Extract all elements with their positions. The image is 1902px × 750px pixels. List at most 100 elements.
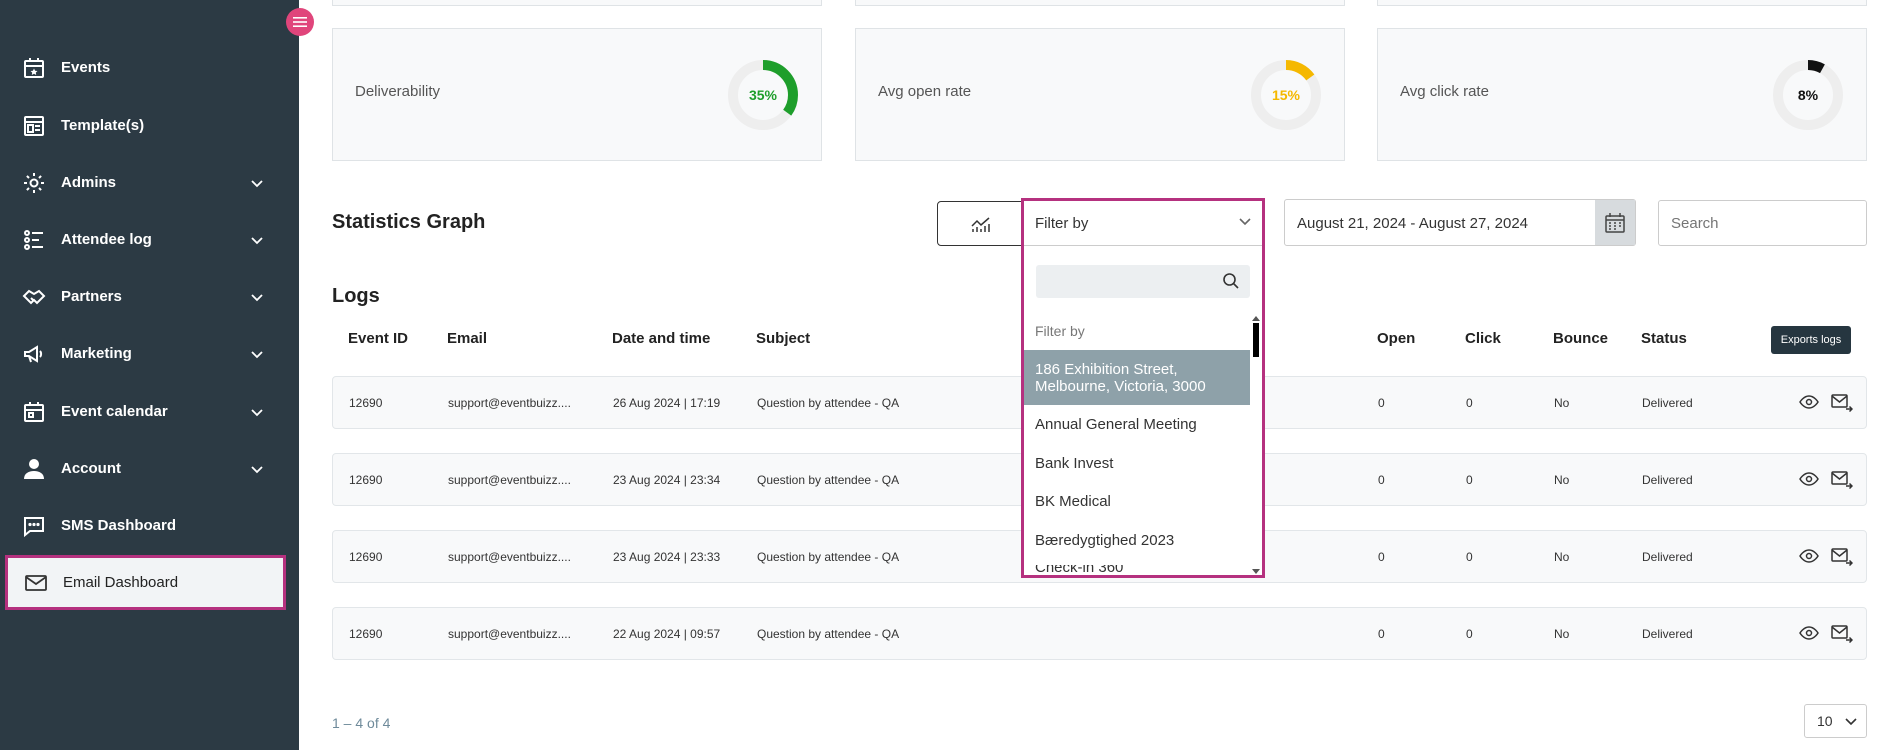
cell-email: support@eventbuizz.... — [448, 550, 571, 564]
cell-event-id: 12690 — [349, 473, 383, 487]
filter-option[interactable]: Annual General Meeting — [1024, 416, 1250, 433]
stat-label: Avg click rate — [1400, 83, 1489, 100]
filter-select[interactable]: Filter by — [1024, 201, 1262, 246]
calendar-button[interactable] — [1595, 200, 1635, 245]
cell-open: 0 — [1378, 473, 1385, 487]
sidebar-item-marketing[interactable]: Marketing — [6, 326, 287, 381]
table-row: 12690 support@eventbuizz.... 22 Aug 2024… — [332, 607, 1867, 660]
resend-mail-icon[interactable] — [1831, 469, 1853, 489]
line-chart-icon — [971, 216, 990, 232]
filter-option[interactable]: 186 Exhibition Street, Melbourne, Victor… — [1024, 350, 1250, 405]
hamburger-icon — [293, 17, 307, 27]
filter-option[interactable]: Check-in 360 — [1024, 565, 1250, 575]
scroll-up-icon[interactable] — [1252, 315, 1260, 321]
sidebar-item-event-calendar[interactable]: Event calendar — [6, 384, 287, 439]
sidebar-item-label: Template(s) — [61, 117, 145, 134]
export-logs-button[interactable]: Exports logs — [1771, 326, 1851, 354]
scroll-down-icon[interactable] — [1252, 569, 1260, 575]
resend-mail-icon[interactable] — [1831, 546, 1853, 566]
sidebar-item-label: Attendee log — [61, 231, 152, 248]
eye-icon[interactable] — [1799, 469, 1819, 489]
sidebar-item-sms-dashboard[interactable]: SMS Dashboard — [6, 498, 287, 553]
cell-date: 26 Aug 2024 | 17:19 — [613, 396, 721, 410]
donut-chart: 8% — [1773, 60, 1843, 130]
sidebar-item-attendee-log[interactable]: Attendee log — [6, 212, 287, 267]
chevron-down-icon — [251, 236, 263, 244]
cell-date: 22 Aug 2024 | 09:57 — [613, 627, 721, 641]
cell-subject: Question by attendee - QA — [757, 473, 900, 487]
gear-icon — [21, 170, 47, 196]
menu-toggle-button[interactable] — [286, 8, 314, 36]
date-range-value: August 21, 2024 - August 27, 2024 — [1297, 215, 1529, 232]
graph-toggle-button[interactable] — [937, 201, 1025, 246]
column-header-click: Click — [1465, 330, 1501, 347]
resend-mail-icon[interactable] — [1831, 392, 1853, 412]
sidebar-item-templates[interactable]: Template(s) — [6, 98, 287, 153]
pagination-range: 1 – 4 of 4 — [332, 715, 391, 731]
filter-search-input[interactable] — [1036, 265, 1250, 298]
sidebar-item-account[interactable]: Account — [6, 441, 287, 496]
column-header-status: Status — [1641, 330, 1687, 347]
cell-date: 23 Aug 2024 | 23:33 — [613, 550, 721, 564]
sidebar-item-label: Email Dashboard — [63, 574, 179, 591]
cell-email: support@eventbuizz.... — [448, 627, 571, 641]
cell-event-id: 12690 — [349, 396, 383, 410]
cell-date: 23 Aug 2024 | 23:34 — [613, 473, 721, 487]
cell-status: Delivered — [1642, 396, 1693, 410]
stat-label: Deliverability — [355, 83, 441, 100]
sidebar-item-partners[interactable]: Partners — [6, 269, 287, 324]
cell-event-id: 12690 — [349, 550, 383, 564]
card-stub — [1377, 0, 1867, 6]
cell-bounce: No — [1554, 396, 1570, 410]
sidebar-item-label: SMS Dashboard — [61, 517, 177, 534]
sidebar-item-email-dashboard[interactable]: Email Dashboard — [5, 555, 286, 610]
donut-chart: 35% — [728, 60, 798, 130]
cell-event-id: 12690 — [349, 627, 383, 641]
statistics-graph-title: Statistics Graph — [332, 211, 486, 233]
calendar-icon — [1605, 212, 1625, 233]
stat-card-open-rate: Avg open rate 15% — [855, 28, 1345, 161]
per-page-value: 10 — [1817, 713, 1833, 729]
sidebar-item-label: Events — [61, 59, 111, 76]
cell-subject: Question by attendee - QA — [757, 627, 900, 641]
chevron-down-icon — [251, 465, 263, 473]
cell-status: Delivered — [1642, 473, 1693, 487]
card-stub — [855, 0, 1345, 6]
eye-icon[interactable] — [1799, 623, 1819, 643]
eye-icon[interactable] — [1799, 546, 1819, 566]
filter-dropdown[interactable]: Filter by Filter by 186 Exhibition Stree… — [1021, 198, 1265, 578]
user-icon — [21, 456, 47, 482]
chevron-down-icon — [251, 293, 263, 301]
cell-click: 0 — [1466, 473, 1473, 487]
card-stub — [332, 0, 822, 6]
calendar-star-icon — [21, 55, 47, 81]
cell-status: Delivered — [1642, 550, 1693, 564]
megaphone-icon — [21, 341, 47, 367]
per-page-select[interactable]: 10 — [1804, 704, 1867, 738]
sidebar-item-events[interactable]: Events — [6, 40, 287, 95]
search-input[interactable] — [1658, 200, 1867, 246]
donut-chart: 15% — [1251, 60, 1321, 130]
chevron-down-icon — [251, 179, 263, 187]
filter-option[interactable]: BK Medical — [1024, 493, 1250, 510]
sidebar-item-admins[interactable]: Admins — [6, 155, 287, 210]
column-header-date: Date and time — [612, 330, 711, 347]
filter-options-header: Filter by — [1035, 323, 1085, 339]
date-range-picker[interactable]: August 21, 2024 - August 27, 2024 — [1284, 199, 1636, 246]
filter-option[interactable]: Bank Invest — [1024, 455, 1250, 472]
filter-option-clip: Check-in 360 — [1024, 565, 1250, 575]
sidebar-item-label: Event calendar — [61, 403, 168, 420]
calendar-icon — [21, 399, 47, 425]
cell-subject: Question by attendee - QA — [757, 396, 900, 410]
column-header-open: Open — [1377, 330, 1416, 347]
filter-scroll-thumb[interactable] — [1253, 323, 1259, 357]
sidebar-item-label: Admins — [61, 174, 117, 191]
chevron-down-icon — [1239, 218, 1251, 226]
sidebar-item-label: Partners — [61, 288, 122, 305]
chevron-down-icon — [1845, 718, 1857, 726]
stat-value: 35% — [749, 87, 778, 103]
resend-mail-icon[interactable] — [1831, 623, 1853, 643]
eye-icon[interactable] — [1799, 392, 1819, 412]
filter-option[interactable]: Bæredygtighed 2023 — [1024, 532, 1250, 549]
cell-open: 0 — [1378, 396, 1385, 410]
